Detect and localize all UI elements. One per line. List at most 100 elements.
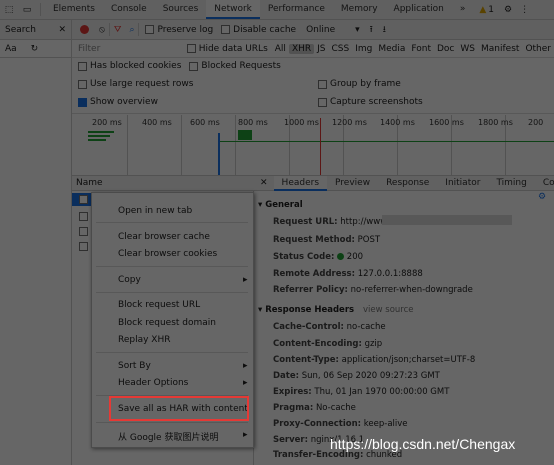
- more-tabs-icon[interactable]: »: [452, 0, 474, 19]
- tab-initiator[interactable]: Initiator: [437, 176, 488, 191]
- filter-type-manifest[interactable]: Manifest: [478, 44, 522, 54]
- hide-data-urls-checkbox[interactable]: [187, 44, 196, 53]
- warning-icon[interactable]: ▲: [479, 5, 486, 15]
- filter-type-img[interactable]: Img: [352, 44, 375, 54]
- header-row: Date: Sun, 06 Sep 2020 09:27:23 GMT: [273, 371, 440, 381]
- timeline-tick: 600 ms: [190, 118, 220, 127]
- timeline-tick: 1800 ms: [478, 118, 513, 127]
- tab-network[interactable]: Network: [206, 0, 260, 19]
- group-by-frame-checkbox[interactable]: [318, 79, 327, 89]
- kebab-menu-icon[interactable]: ⋮: [520, 5, 529, 15]
- preserve-log-checkbox[interactable]: [145, 25, 155, 34]
- search-icon[interactable]: ⌕: [129, 25, 134, 35]
- filter-type-all[interactable]: All: [272, 44, 289, 54]
- column-name[interactable]: Name: [76, 178, 103, 188]
- timeline-tick: 1400 ms: [380, 118, 415, 127]
- menu-block-url[interactable]: Block request URL: [118, 300, 200, 310]
- blocked-cookies-checkbox[interactable]: [78, 61, 87, 71]
- tab-response[interactable]: Response: [378, 176, 437, 191]
- menu-copy[interactable]: Copy: [118, 275, 141, 285]
- menu-divider: [96, 292, 248, 293]
- device-toggle-icon[interactable]: ▭: [18, 1, 36, 19]
- header-row: Content-Encoding: gzip: [273, 339, 383, 349]
- export-icon[interactable]: ⭳: [383, 22, 386, 38]
- filter-type-font[interactable]: Font: [408, 44, 434, 54]
- large-rows-label: Use large request rows: [90, 79, 194, 89]
- large-rows-checkbox[interactable]: [78, 79, 87, 89]
- view-source-link[interactable]: view source: [363, 305, 414, 315]
- timeline-tick: 400 ms: [142, 118, 172, 127]
- highlight-box: [109, 396, 249, 421]
- request-list-header: Name: [72, 176, 254, 191]
- timeline-tick: 1000 ms: [284, 118, 319, 127]
- tab-memory[interactable]: Memory: [333, 0, 386, 19]
- menu-header-options[interactable]: Header Options: [118, 378, 188, 388]
- chevron-down-icon[interactable]: ▾: [355, 25, 360, 35]
- menu-clear-cookies[interactable]: Clear browser cookies: [118, 249, 217, 259]
- timeline-bar: [88, 131, 114, 133]
- tab-preview[interactable]: Preview: [327, 176, 378, 191]
- filter-type-css[interactable]: CSS: [329, 44, 353, 54]
- response-headers-toggle[interactable]: ▾ Response Headers: [258, 305, 354, 315]
- tab-performance[interactable]: Performance: [260, 0, 333, 19]
- close-detail-icon[interactable]: ✕: [260, 178, 268, 188]
- preserve-log-label: Preserve log: [157, 24, 214, 35]
- disable-cache-checkbox[interactable]: [221, 25, 231, 34]
- menu-open-in-new-tab[interactable]: Open in new tab: [118, 206, 192, 216]
- tab-timing[interactable]: Timing: [488, 176, 534, 191]
- menu-replay-xhr[interactable]: Replay XHR: [118, 335, 171, 345]
- redacted-url: [382, 215, 512, 225]
- clear-icon[interactable]: ⦸: [99, 25, 105, 35]
- tab-headers[interactable]: Headers: [273, 175, 328, 191]
- header-row: Status Code: 200: [273, 252, 364, 262]
- request-icon: [79, 227, 88, 236]
- menu-sort-by[interactable]: Sort By: [118, 361, 151, 371]
- timeline-bar: [238, 130, 252, 140]
- header-row: Cache-Control: no-cache: [273, 322, 386, 332]
- devtools-window: ⬚ ▭ Elements Console Sources Network Per…: [0, 0, 554, 465]
- header-row: Request URL: http://www.: [273, 217, 390, 227]
- close-icon[interactable]: ✕: [58, 25, 66, 35]
- search-panel-header: Search ✕: [0, 20, 72, 40]
- record-icon[interactable]: [80, 25, 89, 34]
- filter-type-xhr[interactable]: XHR: [288, 43, 315, 54]
- tab-sources[interactable]: Sources: [155, 0, 207, 19]
- tab-application[interactable]: Application: [386, 0, 452, 19]
- filter-type-js[interactable]: JS: [314, 44, 328, 54]
- gear-icon[interactable]: ⚙: [504, 5, 512, 15]
- import-icon[interactable]: ⭱: [370, 22, 373, 38]
- header-row: Proxy-Connection: keep-alive: [273, 419, 408, 429]
- throttle-select[interactable]: Online: [306, 25, 335, 35]
- header-row: Expires: Thu, 01 Jan 1970 00:00:00 GMT: [273, 387, 450, 397]
- settings-icon[interactable]: ⚙: [538, 192, 546, 202]
- filter-type-ws[interactable]: WS: [457, 44, 478, 54]
- tab-console[interactable]: Console: [103, 0, 155, 19]
- timeline-tick: 800 ms: [238, 118, 268, 127]
- tab-elements[interactable]: Elements: [45, 0, 103, 19]
- menu-divider: [96, 352, 248, 353]
- menu-google-image-description[interactable]: 从 Google 获取图片说明: [118, 430, 218, 443]
- filter-type-doc[interactable]: Doc: [434, 44, 457, 54]
- blocked-requests-checkbox[interactable]: [189, 61, 199, 71]
- filter-bar: Filter Hide data URLs All XHR JS CSS Img…: [72, 40, 554, 58]
- tab-cookies[interactable]: Cookies: [535, 176, 554, 191]
- capture-screenshots-checkbox[interactable]: [318, 97, 327, 107]
- general-section-toggle[interactable]: ▾ General: [258, 200, 303, 210]
- refresh-icon[interactable]: ↻: [31, 44, 39, 54]
- header-row: Referrer Policy: no-referrer-when-downgr…: [273, 285, 473, 295]
- match-case-toggle[interactable]: Aa: [5, 44, 17, 54]
- filter-input[interactable]: Filter: [78, 44, 187, 54]
- submenu-arrow-icon: ▸: [243, 430, 248, 440]
- menu-clear-cache[interactable]: Clear browser cache: [118, 232, 210, 242]
- disable-cache-label: Disable cache: [233, 24, 297, 35]
- timeline-tick: 200 ms: [92, 118, 122, 127]
- filter-type-media[interactable]: Media: [375, 44, 408, 54]
- header-row: Remote Address: 127.0.0.1:8888: [273, 269, 423, 279]
- inspect-icon[interactable]: ⬚: [0, 1, 18, 19]
- filter-type-other[interactable]: Other: [522, 44, 554, 54]
- menu-block-domain[interactable]: Block request domain: [118, 318, 216, 328]
- menu-divider: [96, 222, 248, 223]
- search-options: Aa ↻: [0, 40, 72, 58]
- filter-icon[interactable]: ⛛: [114, 25, 122, 35]
- show-overview-checkbox[interactable]: [78, 97, 87, 107]
